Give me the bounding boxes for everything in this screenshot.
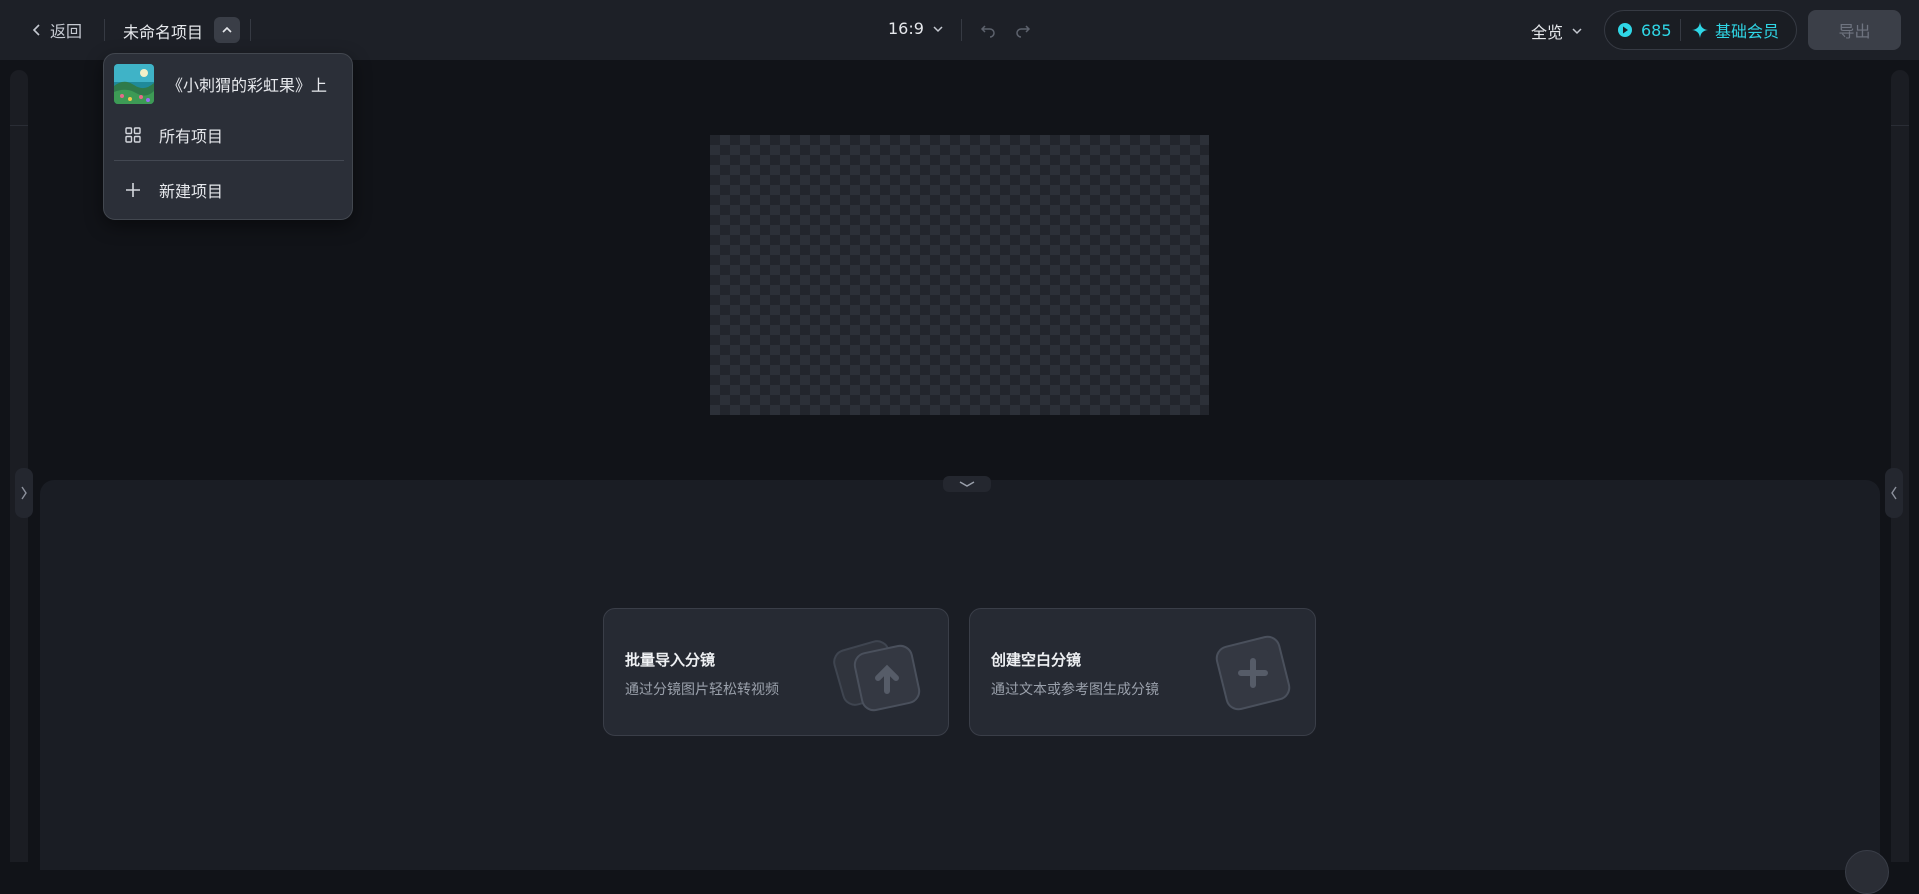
card-description: 通过分镜图片轻松转视频 — [625, 682, 779, 698]
undo-button[interactable] — [977, 19, 999, 41]
chevron-right-icon — [21, 486, 27, 500]
floating-action-button[interactable] — [1845, 850, 1889, 894]
membership-button[interactable]: 基础会员 — [1681, 18, 1779, 42]
divider — [250, 19, 251, 41]
batch-import-storyboard-card[interactable]: 批量导入分镜 通过分镜图片轻松转视频 — [603, 608, 949, 736]
expand-right-panel-button[interactable] — [1885, 468, 1903, 518]
chevron-down-icon — [959, 481, 975, 487]
redo-button[interactable] — [1012, 19, 1034, 41]
divider — [104, 19, 105, 41]
divider — [10, 125, 28, 126]
account-pill: 685 基础会员 — [1604, 10, 1797, 50]
credits-button[interactable]: 685 — [1605, 21, 1680, 40]
left-rail — [10, 70, 28, 862]
card-title: 创建空白分镜 — [991, 651, 1082, 669]
aspect-ratio-value: 16:9 — [888, 19, 924, 38]
create-blank-storyboard-card[interactable]: 创建空白分镜 通过文本或参考图生成分镜 — [969, 608, 1316, 736]
sparkle-icon — [1692, 22, 1708, 38]
storyboard-panel — [40, 480, 1880, 870]
credits-value: 685 — [1641, 20, 1672, 40]
new-project-item[interactable]: 新建项目 — [114, 172, 342, 208]
all-projects-label: 所有项目 — [159, 127, 224, 146]
project-name[interactable]: 未命名项目 — [123, 19, 203, 43]
chevron-down-icon — [933, 25, 943, 32]
chevron-down-icon — [1572, 28, 1582, 35]
credits-coin-icon — [1618, 23, 1632, 37]
project-thumbnail — [114, 64, 154, 104]
view-mode-select[interactable]: 全览 — [1531, 19, 1583, 43]
collapse-panel-button[interactable] — [943, 476, 991, 492]
right-rail — [1891, 70, 1909, 862]
preview-canvas — [710, 135, 1209, 415]
add-frame-icon — [1215, 635, 1291, 711]
plus-icon — [126, 183, 140, 197]
view-mode-value: 全览 — [1531, 23, 1564, 42]
card-description: 通过文本或参考图生成分镜 — [991, 682, 1159, 698]
recent-project-item[interactable]: 《小刺猬的彩虹果》上 — [114, 64, 342, 104]
chevron-left-icon — [32, 24, 40, 36]
new-project-label: 新建项目 — [159, 182, 224, 201]
project-menu: 《小刺猬的彩虹果》上 所有项目 新建项目 — [103, 53, 353, 220]
export-button[interactable]: 导出 — [1808, 10, 1901, 50]
chevron-up-icon — [222, 26, 232, 33]
undo-icon — [980, 25, 995, 38]
divider — [114, 160, 344, 161]
divider — [961, 19, 962, 41]
all-projects-item[interactable]: 所有项目 — [114, 117, 342, 153]
grid-icon — [125, 127, 141, 143]
membership-label: 基础会员 — [1715, 22, 1780, 41]
aspect-ratio-select[interactable]: 16:9 — [888, 19, 944, 38]
card-title: 批量导入分镜 — [625, 651, 716, 669]
recent-project-name: 《小刺猬的彩虹果》上 — [167, 76, 328, 95]
top-bar: 返回 未命名项目 16:9 全览 685 基础会员 导出 — [0, 0, 1919, 60]
upload-images-icon — [833, 640, 921, 712]
divider — [1891, 125, 1909, 126]
expand-left-panel-button[interactable] — [15, 468, 33, 518]
back-label: 返回 — [50, 22, 83, 41]
back-button[interactable]: 返回 — [30, 18, 82, 42]
chevron-left-icon — [1891, 486, 1897, 500]
project-menu-toggle[interactable] — [214, 17, 240, 43]
redo-icon — [1016, 25, 1031, 38]
